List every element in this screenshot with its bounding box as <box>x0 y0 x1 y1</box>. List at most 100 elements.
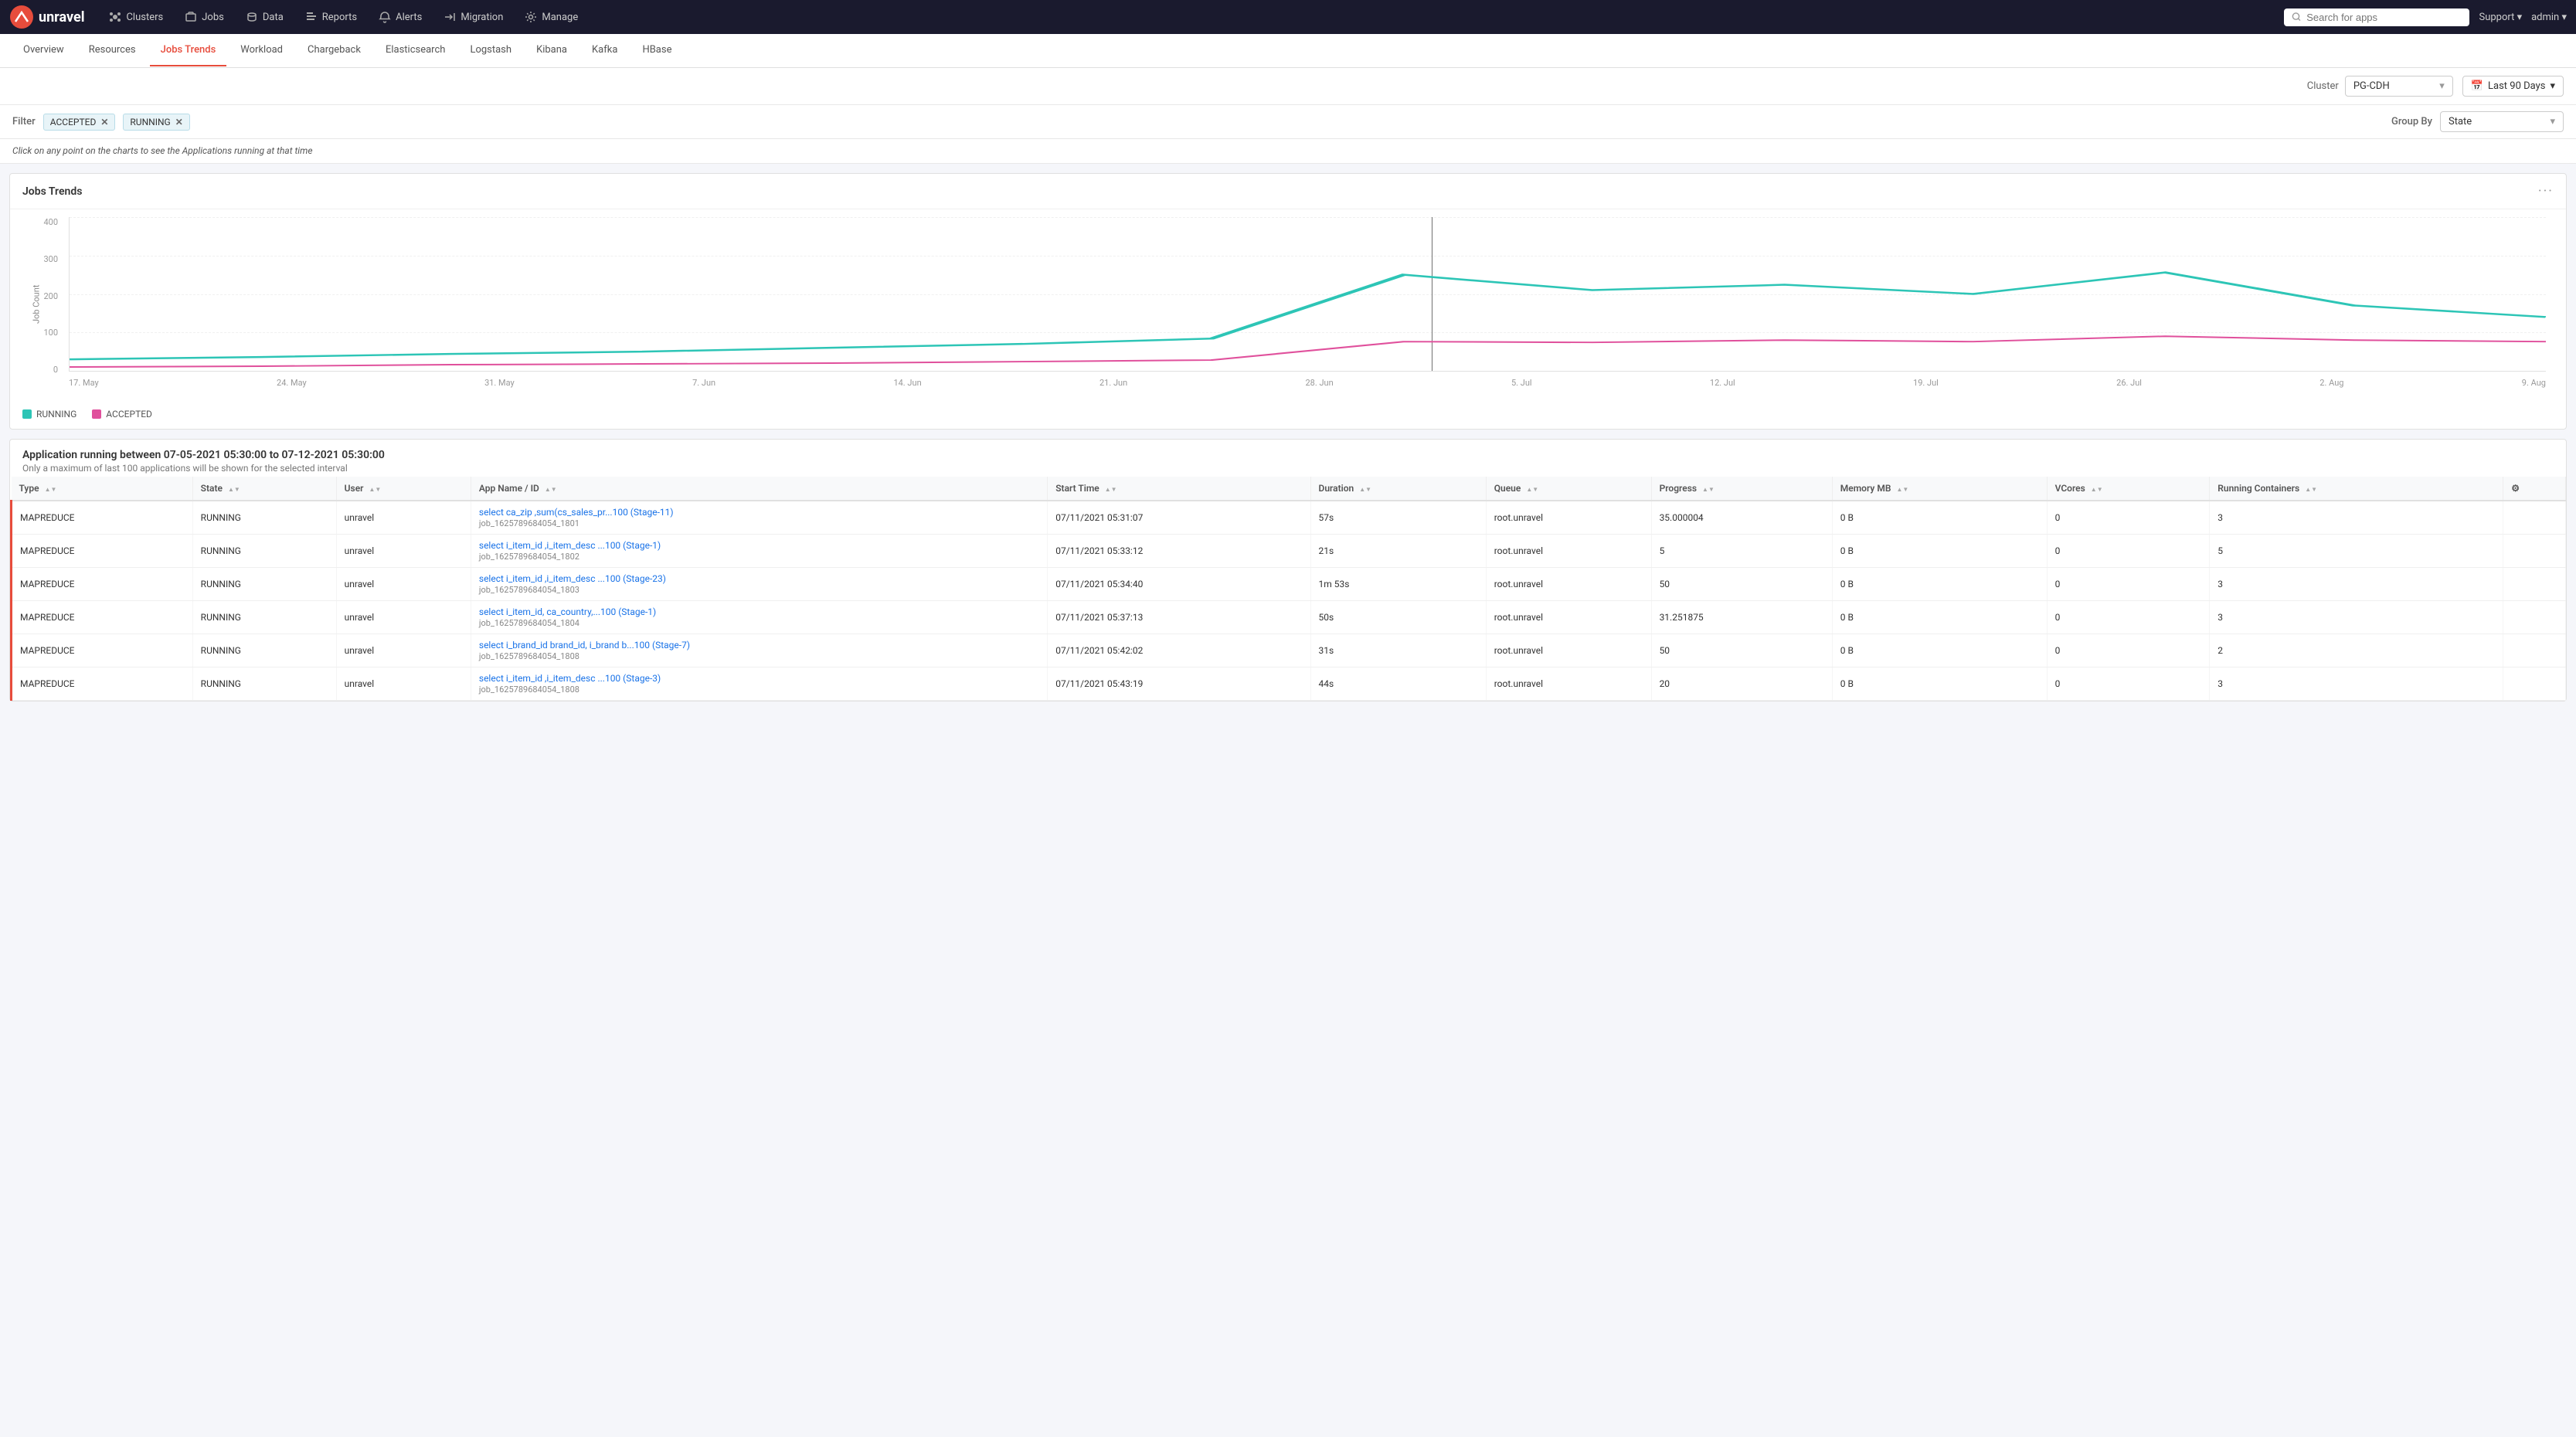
subnav-chargeback[interactable]: Chargeback <box>297 35 372 66</box>
cell-vcores: 0 <box>2047 535 2210 568</box>
nav-clusters[interactable]: Clusters <box>100 6 172 28</box>
cell-vcores: 0 <box>2047 601 2210 634</box>
cell-app-name[interactable]: select i_item_id ,i_item_desc ...100 (St… <box>471 668 1047 701</box>
chart-legend: RUNNING ACCEPTED <box>10 403 2566 429</box>
cell-queue: root.unravel <box>1486 668 1651 701</box>
col-app-name[interactable]: App Name / ID ▲▼ <box>471 477 1047 501</box>
cell-type: MAPREDUCE <box>12 535 193 568</box>
controls-row: Cluster PG-CDH ▾ 📅 Last 90 Days ▾ <box>0 68 2576 105</box>
subnav-kafka[interactable]: Kafka <box>581 35 628 66</box>
x-tick-0: 17. May <box>69 378 99 388</box>
application-section: Application running between 07-05-2021 0… <box>9 439 2567 702</box>
group-by-select[interactable]: State ▾ <box>2440 111 2564 132</box>
col-start-time[interactable]: Start Time ▲▼ <box>1048 477 1310 501</box>
group-by-label: Group By <box>2391 116 2432 127</box>
y-axis: 400 300 200 100 0 <box>22 217 63 375</box>
subnav-jobs-trends[interactable]: Jobs Trends <box>150 35 227 66</box>
cell-app-name[interactable]: select ca_zip ,sum(cs_sales_pr...100 (St… <box>471 501 1047 535</box>
cell-vcores: 0 <box>2047 568 2210 601</box>
nav-alerts[interactable]: Alerts <box>369 6 431 28</box>
search-input[interactable] <box>2306 12 2462 23</box>
subnav-elasticsearch[interactable]: Elasticsearch <box>375 35 456 66</box>
nav-manage-label: Manage <box>542 12 578 23</box>
filter-tag-running: RUNNING ✕ <box>123 114 189 131</box>
col-progress[interactable]: Progress ▲▼ <box>1651 477 1832 501</box>
sub-navigation: Overview Resources Jobs Trends Workload … <box>0 34 2576 68</box>
cell-queue: root.unravel <box>1486 601 1651 634</box>
cell-start-time: 07/11/2021 05:37:13 <box>1048 601 1310 634</box>
support-button[interactable]: Support ▾ <box>2479 12 2522 23</box>
cell-duration: 57s <box>1310 501 1486 535</box>
col-memory-mb[interactable]: Memory MB ▲▼ <box>1832 477 2047 501</box>
subnav-overview[interactable]: Overview <box>12 35 75 66</box>
cell-settings <box>2503 601 2566 634</box>
logo[interactable]: unravel <box>9 5 84 29</box>
filter-row: Filter ACCEPTED ✕ RUNNING ✕ Group By Sta… <box>0 105 2576 139</box>
col-type[interactable]: Type ▲▼ <box>12 477 193 501</box>
admin-button[interactable]: admin ▾ <box>2531 12 2567 23</box>
col-user[interactable]: User ▲▼ <box>336 477 471 501</box>
chart-menu-button[interactable]: ··· <box>2538 183 2554 199</box>
cell-memory-mb: 0 B <box>1832 568 2047 601</box>
nav-data[interactable]: Data <box>236 6 293 28</box>
cell-app-name[interactable]: select i_item_id, ca_country,...100 (Sta… <box>471 601 1047 634</box>
cell-user: unravel <box>336 535 471 568</box>
cell-settings <box>2503 634 2566 668</box>
cell-settings <box>2503 568 2566 601</box>
nav-data-label: Data <box>263 12 284 23</box>
cell-app-name[interactable]: select i_brand_id brand_id, i_brand b...… <box>471 634 1047 668</box>
date-range-picker[interactable]: 📅 Last 90 Days ▾ <box>2462 76 2564 97</box>
cell-user: unravel <box>336 601 471 634</box>
y-tick-200: 200 <box>43 291 58 301</box>
cell-user: unravel <box>336 501 471 535</box>
filter-tag-accepted-remove[interactable]: ✕ <box>100 117 108 127</box>
cluster-dropdown-arrow: ▾ <box>2439 80 2445 92</box>
chart-body: 400 300 200 100 0 Job Count <box>10 209 2566 403</box>
search-box[interactable] <box>2284 8 2469 26</box>
table-row: MAPREDUCE RUNNING unravel select i_item_… <box>12 568 2566 601</box>
nav-reports[interactable]: Reports <box>296 6 366 28</box>
x-tick-4: 14. Jun <box>893 378 921 388</box>
subnav-resources[interactable]: Resources <box>78 35 147 66</box>
filter-tag-running-remove[interactable]: ✕ <box>175 117 183 127</box>
cell-running-containers: 5 <box>2210 535 2503 568</box>
subnav-logstash[interactable]: Logstash <box>459 35 522 66</box>
table-row: MAPREDUCE RUNNING unravel select i_item_… <box>12 601 2566 634</box>
col-running-containers[interactable]: Running Containers ▲▼ <box>2210 477 2503 501</box>
cell-memory-mb: 0 B <box>1832 601 2047 634</box>
nav-jobs[interactable]: Jobs <box>175 6 233 28</box>
nav-migration[interactable]: Migration <box>434 6 512 28</box>
legend-accepted[interactable]: ACCEPTED <box>92 409 152 420</box>
subnav-kibana[interactable]: Kibana <box>525 35 578 66</box>
chart-plot[interactable] <box>69 217 2546 372</box>
x-tick-2: 31. May <box>484 378 515 388</box>
col-vcores[interactable]: VCores ▲▼ <box>2047 477 2210 501</box>
legend-running[interactable]: RUNNING <box>22 409 76 420</box>
cell-start-time: 07/11/2021 05:42:02 <box>1048 634 1310 668</box>
col-queue[interactable]: Queue ▲▼ <box>1486 477 1651 501</box>
nav-right-section: Support ▾ admin ▾ <box>2284 8 2567 26</box>
cell-duration: 21s <box>1310 535 1486 568</box>
cell-duration: 31s <box>1310 634 1486 668</box>
group-by-section: Group By State ▾ <box>2391 111 2564 132</box>
filter-tag-accepted: ACCEPTED ✕ <box>43 114 116 131</box>
table-row: MAPREDUCE RUNNING unravel select i_item_… <box>12 535 2566 568</box>
col-state[interactable]: State ▲▼ <box>192 477 336 501</box>
col-settings[interactable]: ⚙ <box>2503 477 2566 501</box>
cell-app-name[interactable]: select i_item_id ,i_item_desc ...100 (St… <box>471 535 1047 568</box>
cell-duration: 44s <box>1310 668 1486 701</box>
subnav-hbase[interactable]: HBase <box>631 35 682 66</box>
legend-running-label: RUNNING <box>36 409 76 420</box>
cell-type: MAPREDUCE <box>12 668 193 701</box>
nav-manage[interactable]: Manage <box>515 6 587 28</box>
chart-title: Jobs Trends <box>22 185 82 198</box>
info-text: Click on any point on the charts to see … <box>12 145 312 156</box>
x-tick-9: 19. Jul <box>1913 378 1939 388</box>
x-tick-6: 28. Jun <box>1305 378 1333 388</box>
cell-state: RUNNING <box>192 668 336 701</box>
col-duration[interactable]: Duration ▲▼ <box>1310 477 1486 501</box>
cell-app-name[interactable]: select i_item_id ,i_item_desc ...100 (St… <box>471 568 1047 601</box>
cluster-select[interactable]: PG-CDH ▾ <box>2345 76 2453 97</box>
cell-start-time: 07/11/2021 05:43:19 <box>1048 668 1310 701</box>
subnav-workload[interactable]: Workload <box>229 35 294 66</box>
